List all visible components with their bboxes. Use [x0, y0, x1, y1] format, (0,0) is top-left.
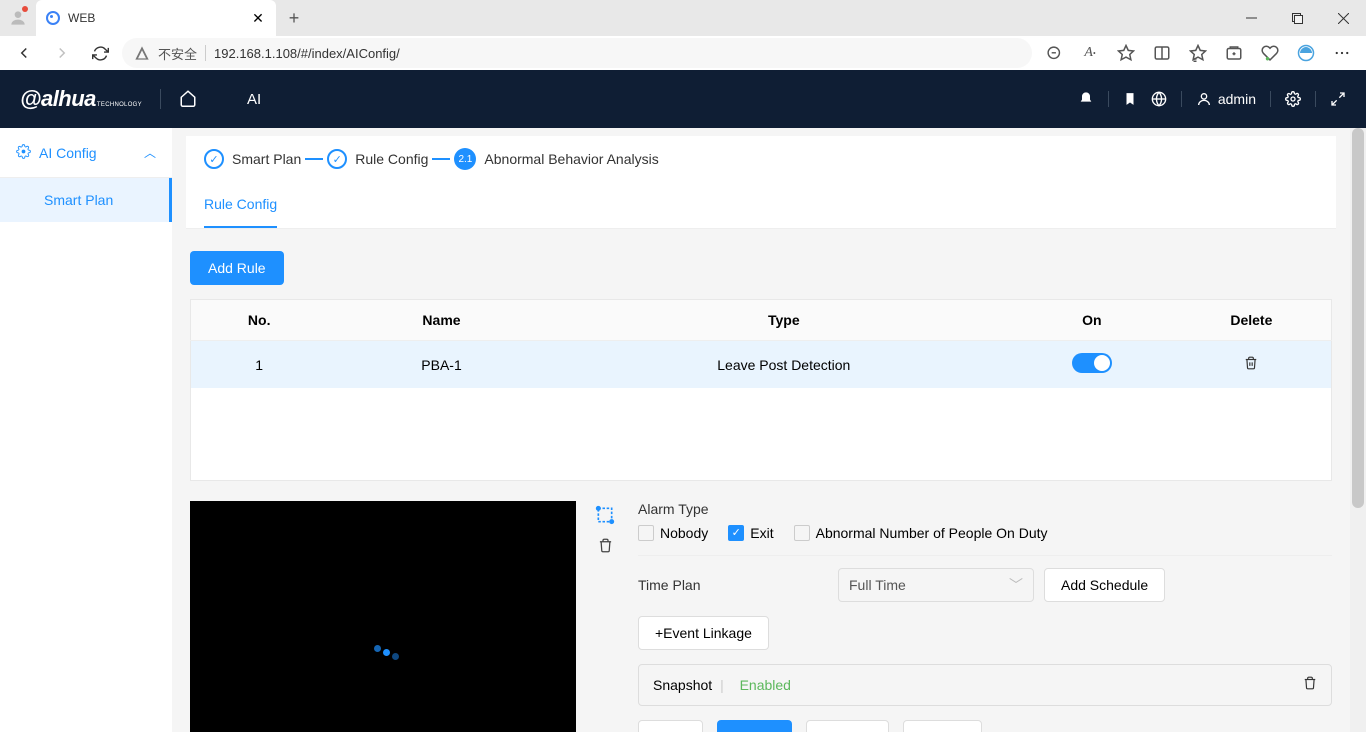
- nav-ai[interactable]: AI: [247, 91, 261, 108]
- sidebar: AI Config ︿ Smart Plan: [0, 128, 172, 732]
- favorite-icon[interactable]: [1110, 37, 1142, 69]
- edge-icon[interactable]: [1290, 37, 1322, 69]
- delete-icon[interactable]: [1244, 357, 1258, 373]
- cell-no: 1: [191, 341, 328, 389]
- new-tab-button[interactable]: +: [280, 4, 308, 32]
- more-icon[interactable]: [1326, 37, 1358, 69]
- user-menu[interactable]: admin: [1196, 91, 1256, 107]
- apply-button[interactable]: Apply: [717, 720, 792, 732]
- checkbox-exit[interactable]: ✓: [728, 525, 744, 541]
- zoom-icon[interactable]: [1038, 37, 1070, 69]
- sidebar-section-label: AI Config: [39, 145, 97, 161]
- chevron-down-icon: ﹀: [1009, 575, 1023, 595]
- linkage-snapshot: Snapshot | Enabled: [638, 664, 1332, 706]
- alarm-type-title: Alarm Type: [638, 501, 1332, 517]
- remove-linkage-icon[interactable]: [1303, 676, 1317, 693]
- browser-back[interactable]: [8, 37, 40, 69]
- cell-type: Leave Post Detection: [556, 341, 1012, 389]
- loading-spinner: [374, 649, 399, 656]
- sidebar-section-ai-config[interactable]: AI Config ︿: [0, 128, 172, 178]
- checkbox-abnormal[interactable]: [794, 525, 810, 541]
- browser-forward: [46, 37, 78, 69]
- table-row[interactable]: 1 PBA-1 Leave Post Detection: [191, 341, 1332, 389]
- logo: @alhuaTECHNOLOGY: [20, 86, 142, 112]
- col-delete: Delete: [1172, 300, 1332, 341]
- bookmark-icon[interactable]: [1123, 92, 1137, 106]
- add-rule-button[interactable]: Add Rule: [190, 251, 284, 285]
- breadcrumb-step-2[interactable]: ✓ Rule Config: [327, 149, 428, 169]
- step-number: 2.1: [454, 148, 476, 170]
- settings-icon[interactable]: [1285, 91, 1301, 107]
- col-type: Type: [556, 300, 1012, 341]
- breadcrumb: ✓ Smart Plan ✓ Rule Config 2.1 Abnormal …: [186, 136, 1336, 182]
- performance-icon[interactable]: ●: [1254, 37, 1286, 69]
- col-name: Name: [327, 300, 555, 341]
- fullscreen-icon[interactable]: [1330, 91, 1346, 107]
- breadcrumb-step-1[interactable]: ✓ Smart Plan: [204, 149, 301, 169]
- browser-tab[interactable]: WEB ✕: [36, 0, 276, 36]
- tab-close-icon[interactable]: ✕: [250, 10, 266, 26]
- sidebar-item-smart-plan[interactable]: Smart Plan: [0, 178, 172, 222]
- window-close[interactable]: [1320, 0, 1366, 36]
- time-plan-select[interactable]: Full Time ﹀: [838, 568, 1034, 602]
- home-icon[interactable]: [179, 89, 197, 110]
- browser-profile-icon[interactable]: [0, 0, 36, 36]
- cell-name: PBA-1: [327, 341, 555, 389]
- insecure-icon: [134, 45, 150, 61]
- split-screen-icon[interactable]: [1146, 37, 1178, 69]
- col-on: On: [1012, 300, 1172, 341]
- url-warning: 不安全: [158, 44, 197, 63]
- default-button[interactable]: Default: [903, 720, 981, 732]
- tab-rule-config[interactable]: Rule Config: [204, 182, 277, 228]
- breadcrumb-step-3: 2.1 Abnormal Behavior Analysis: [454, 148, 658, 170]
- collections-icon[interactable]: [1218, 37, 1250, 69]
- read-aloud-icon[interactable]: A•: [1074, 37, 1106, 69]
- event-linkage-button[interactable]: +Event Linkage: [638, 616, 769, 650]
- refresh-button[interactable]: Refresh: [806, 720, 889, 732]
- toggle-on[interactable]: [1072, 353, 1112, 373]
- url-bar[interactable]: 不安全 192.168.1.108/#/index/AIConfig/: [122, 38, 1032, 68]
- url-text: 192.168.1.108/#/index/AIConfig/: [214, 46, 400, 61]
- col-no: No.: [191, 300, 328, 341]
- window-maximize[interactable]: [1274, 0, 1320, 36]
- rule-table: No. Name Type On Delete 1 PBA-1 Leave Po…: [190, 299, 1332, 481]
- app-header: @alhuaTECHNOLOGY AI admin: [0, 70, 1366, 128]
- bell-icon[interactable]: [1078, 91, 1094, 107]
- scrollbar[interactable]: [1350, 128, 1366, 732]
- time-plan-label: Time Plan: [638, 577, 838, 593]
- draw-rect-icon[interactable]: [595, 505, 615, 528]
- window-minimize[interactable]: [1228, 0, 1274, 36]
- chevron-up-icon: ︿: [144, 144, 156, 161]
- add-schedule-button[interactable]: Add Schedule: [1044, 568, 1165, 602]
- clear-draw-icon[interactable]: [598, 538, 613, 556]
- checkbox-nobody[interactable]: [638, 525, 654, 541]
- check-icon: ✓: [327, 149, 347, 169]
- video-preview: [190, 501, 576, 732]
- globe-icon[interactable]: [1151, 91, 1167, 107]
- tab-title: WEB: [68, 11, 250, 25]
- gear-icon: [16, 144, 31, 162]
- back-button[interactable]: Back: [638, 720, 703, 732]
- tab-favicon: [46, 11, 60, 25]
- favorites-list-icon[interactable]: [1182, 37, 1214, 69]
- browser-refresh[interactable]: [84, 37, 116, 69]
- check-icon: ✓: [204, 149, 224, 169]
